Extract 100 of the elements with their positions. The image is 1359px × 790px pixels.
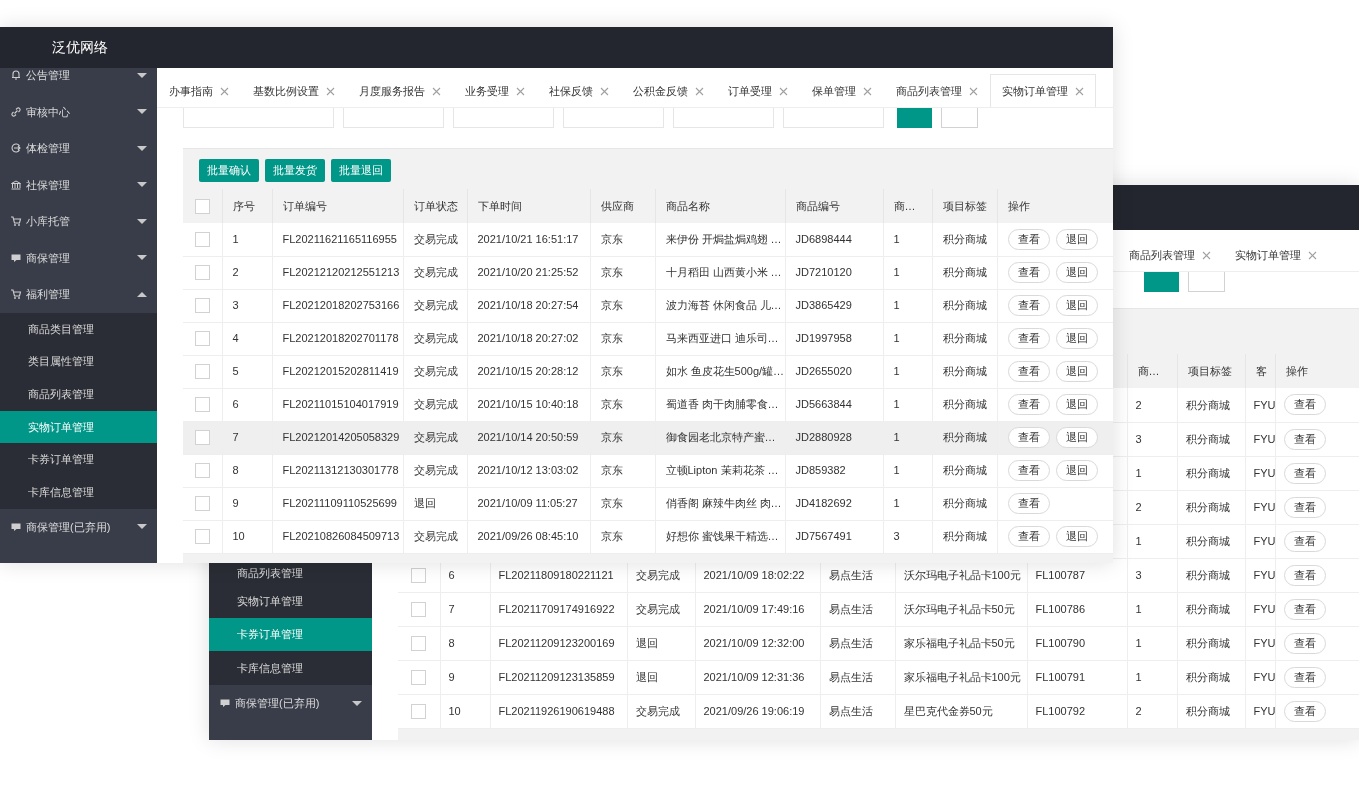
- return-button[interactable]: 退回: [1055, 328, 1098, 349]
- table-row[interactable]: 9 FL20211109110525699 退回 2021/10/09 11:05:27 京东 俏香阁 麻辣牛肉丝 肉… JD4182692 1 积分商城 查看: [183, 487, 1113, 520]
- sidebar-item[interactable]: 体检管理: [0, 130, 157, 167]
- sidebar-item[interactable]: 商保管理(已弃用): [209, 685, 372, 721]
- input-field[interactable]: [673, 108, 774, 128]
- sidebar-item[interactable]: 卡券订单管理: [209, 617, 372, 652]
- search-button[interactable]: [897, 108, 932, 128]
- table-row[interactable]: 3 FL20212018202753166 交易完成 2021/10/18 20:27:54 京东 波力海苔 休闲食品 儿… JD3865429 1 积分商城 查看 退回: [183, 289, 1113, 322]
- table-row[interactable]: 6 FL20211015104017919 交易完成 2021/10/15 10:40:18 京东 蜀道香 肉干肉脯零食… JD5663844 1 积分商城 查看 退回: [183, 388, 1113, 421]
- input-field[interactable]: [343, 108, 444, 128]
- row-checkbox[interactable]: [411, 669, 427, 685]
- view-button[interactable]: 查看: [1007, 460, 1050, 481]
- sidebar-item[interactable]: 商保管理(已弃用): [0, 508, 157, 546]
- view-button[interactable]: 查看: [1007, 328, 1050, 349]
- sidebar-item[interactable]: 社保管理: [0, 166, 157, 203]
- view-button[interactable]: 查看: [1283, 462, 1326, 484]
- toolbar-button[interactable]: 批量确认: [199, 159, 259, 182]
- table-row[interactable]: 7 FL20212014205058329 交易完成 2021/10/14 20:50:59 京东 御食园老北京特产蜜… JD2880928 1 积分商城 查看 退回: [183, 421, 1113, 454]
- view-button[interactable]: 查看: [1007, 526, 1050, 547]
- row-checkbox[interactable]: [194, 397, 210, 412]
- view-button[interactable]: 查看: [1283, 700, 1326, 722]
- return-button[interactable]: 退回: [1055, 526, 1098, 547]
- view-button[interactable]: 查看: [1007, 262, 1050, 283]
- view-button[interactable]: 查看: [1283, 666, 1326, 688]
- return-button[interactable]: 退回: [1055, 228, 1098, 250]
- row-checkbox[interactable]: [194, 496, 210, 511]
- table-row[interactable]: 1 FL20211621165116955 交易完成 2021/10/21 16:51:17 京东 来伊份 开焗盐焗鸡翅 … JD6898444 1 积分商城 查看 退回: [183, 223, 1113, 256]
- row-checkbox[interactable]: [194, 231, 210, 247]
- search-button[interactable]: [1144, 272, 1179, 292]
- caret-icon[interactable]: [137, 524, 147, 530]
- view-button[interactable]: 查看: [1007, 394, 1050, 415]
- input-field[interactable]: [783, 108, 884, 128]
- sidebar-item[interactable]: 商品列表管理: [209, 561, 372, 584]
- table-row[interactable]: 5 FL20212015202811419 交易完成 2021/10/15 20:28:12 京东 如水 鱼皮花生500g/罐… JD2655020 1 积分商城 查看 退回: [183, 355, 1113, 388]
- row-checkbox[interactable]: [411, 601, 427, 617]
- caret-icon[interactable]: [137, 291, 147, 297]
- row-checkbox[interactable]: [194, 331, 210, 346]
- view-button[interactable]: 查看: [1283, 530, 1326, 552]
- sidebar-item[interactable]: 公告管理: [0, 68, 157, 94]
- view-button[interactable]: 查看: [1283, 428, 1326, 450]
- table-row[interactable]: 10 FL20210826084509713 交易完成 2021/09/26 08:45:10 京东 好想你 蜜饯果干精选… JD7567491 3 积分商城 查看 退回: [183, 520, 1113, 553]
- view-button[interactable]: 查看: [1283, 564, 1326, 586]
- sidebar-item[interactable]: 卡库信息管理: [0, 475, 157, 509]
- row-checkbox[interactable]: [194, 430, 210, 445]
- caret-icon[interactable]: [137, 72, 147, 78]
- sidebar-item[interactable]: 商保管理: [0, 239, 157, 276]
- sidebar-item[interactable]: 小库托管: [0, 203, 157, 240]
- toolbar-button[interactable]: 批量退回: [331, 159, 391, 182]
- view-button[interactable]: 查看: [1007, 295, 1050, 316]
- return-button[interactable]: 退回: [1055, 427, 1098, 448]
- view-button[interactable]: 查看: [1283, 496, 1326, 518]
- row-checkbox[interactable]: [194, 265, 210, 280]
- caret-icon[interactable]: [137, 109, 147, 115]
- sidebar-item[interactable]: 实物订单管理: [209, 583, 372, 618]
- toolbar-button[interactable]: 批量发货: [265, 159, 325, 182]
- sidebar-item[interactable]: 审核中心: [0, 93, 157, 130]
- view-button[interactable]: 查看: [1283, 632, 1326, 654]
- caret-icon[interactable]: [137, 255, 147, 261]
- row-checkbox[interactable]: [411, 635, 427, 651]
- return-button[interactable]: 退回: [1055, 295, 1098, 316]
- input-field[interactable]: [183, 108, 334, 128]
- caret-icon[interactable]: [137, 145, 147, 151]
- view-button[interactable]: 查看: [1283, 394, 1326, 416]
- return-button[interactable]: 退回: [1055, 460, 1098, 481]
- row-checkbox[interactable]: [194, 463, 210, 478]
- row-checkbox[interactable]: [194, 364, 210, 379]
- return-button[interactable]: 退回: [1055, 262, 1098, 283]
- view-button[interactable]: 查看: [1007, 361, 1050, 382]
- row-checkbox[interactable]: [194, 298, 210, 313]
- table-row[interactable]: 2 FL20212120212551213 交易完成 2021/10/20 21:25:52 京东 十月稻田 山西黄小米 … JD7210120 1 积分商城 查看 退回: [183, 256, 1113, 289]
- return-button[interactable]: 退回: [1055, 394, 1098, 415]
- table-row[interactable]: 4 FL20212018202701178 交易完成 2021/10/18 20:27:02 京东 马来西亚进口 迪乐司… JD1997958 1 积分商城 查看 退回: [183, 322, 1113, 355]
- sidebar-item[interactable]: 卡券订单管理: [0, 443, 157, 476]
- caret-icon[interactable]: [137, 182, 147, 188]
- row-checkbox[interactable]: [411, 703, 427, 719]
- view-button[interactable]: 查看: [1007, 427, 1050, 448]
- sidebar-item[interactable]: 卡库信息管理: [209, 651, 372, 685]
- input-field[interactable]: [563, 108, 664, 128]
- tab[interactable]: 实物订单管理: [990, 74, 1096, 107]
- sidebar-item[interactable]: 类目属性管理: [0, 345, 157, 378]
- bell-icon: [10, 69, 22, 82]
- caret-icon[interactable]: [352, 700, 362, 706]
- view-button[interactable]: 查看: [1007, 228, 1050, 250]
- table-row[interactable]: 8 FL20211312130301778 交易完成 2021/10/12 13:03:02 京东 立顿Lipton 茉莉花茶 … JD859382 1 积分商城 查看 退回: [183, 454, 1113, 487]
- sidebar-item[interactable]: 福利管理: [0, 276, 157, 313]
- caret-icon[interactable]: [137, 218, 147, 224]
- link-icon: [10, 105, 22, 118]
- sidebar-item[interactable]: 商品类目管理: [0, 312, 157, 346]
- input-field[interactable]: [453, 108, 554, 128]
- checkbox[interactable]: [194, 198, 210, 214]
- return-button[interactable]: 退回: [1055, 361, 1098, 382]
- sidebar-item[interactable]: 商品列表管理: [0, 377, 157, 411]
- table-cell: 2021/10/18 20:27:54: [477, 299, 579, 312]
- row-checkbox[interactable]: [194, 529, 210, 544]
- reset-button[interactable]: [1188, 272, 1225, 292]
- sidebar-item[interactable]: 实物订单管理: [0, 410, 157, 444]
- row-checkbox[interactable]: [411, 567, 427, 583]
- view-button[interactable]: 查看: [1283, 598, 1326, 620]
- view-button[interactable]: 查看: [1007, 493, 1050, 514]
- reset-button[interactable]: [941, 108, 978, 128]
